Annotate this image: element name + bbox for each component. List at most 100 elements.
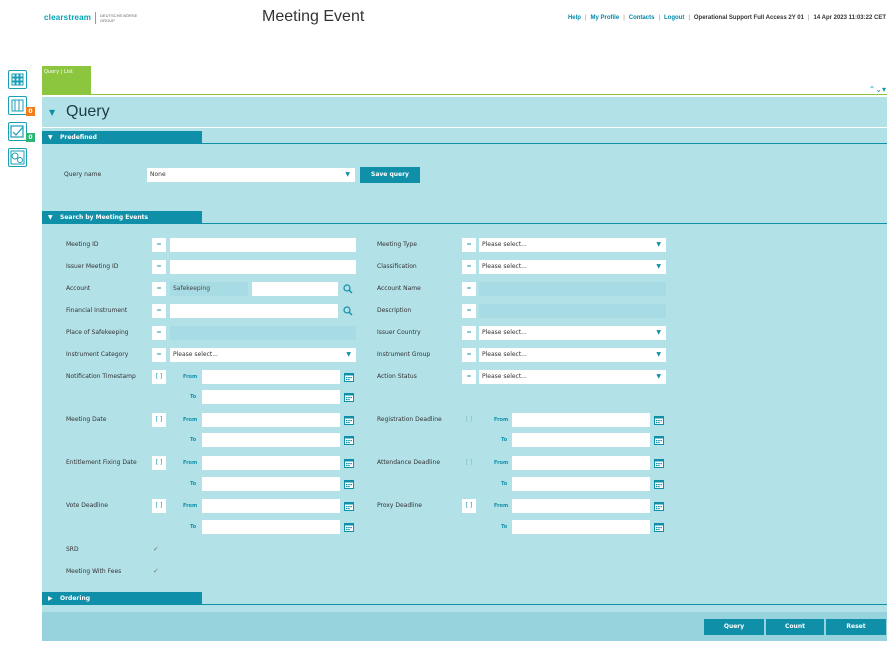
approvals-icon[interactable]: [8, 122, 27, 141]
chevron-down-icon: ▼: [656, 329, 661, 336]
chevron-down-icon: ▼: [656, 373, 661, 380]
operator-equals[interactable]: =: [462, 304, 476, 318]
logo-text: clearstream: [44, 13, 92, 23]
account-input[interactable]: [252, 282, 338, 296]
calendar-icon[interactable]: [654, 522, 664, 532]
action-status-select[interactable]: Please select... ▼: [479, 370, 666, 384]
operator-equals[interactable]: =: [462, 326, 476, 340]
reset-button[interactable]: Reset: [826, 619, 886, 635]
operator-equals[interactable]: =: [462, 282, 476, 296]
calendar-icon[interactable]: [344, 372, 354, 382]
meeting-date-to-input[interactable]: [202, 433, 340, 447]
vote-deadline-from-input[interactable]: [202, 499, 340, 513]
search-icon[interactable]: [343, 306, 353, 316]
proxy-from-input[interactable]: [512, 499, 650, 513]
entitlement-from-input[interactable]: [202, 456, 340, 470]
calendar-icon[interactable]: [344, 522, 354, 532]
meeting-id-label: Meeting ID: [66, 241, 99, 248]
operator-range[interactable]: [ ]: [152, 499, 166, 513]
contacts-link[interactable]: Contacts: [629, 15, 655, 21]
entitlement-to-input[interactable]: [202, 477, 340, 491]
collapse-triangle-icon[interactable]: ▼: [49, 108, 55, 117]
proxy-to-input[interactable]: [512, 520, 650, 534]
calendar-icon[interactable]: [654, 501, 664, 511]
operator-equals[interactable]: =: [152, 282, 166, 296]
calendar-icon[interactable]: [344, 435, 354, 445]
account-name-field: [479, 282, 666, 296]
search-section-header[interactable]: ▼ Search by Meeting Events: [42, 211, 202, 224]
collapse-expand-icon[interactable]: ⌃⌄▾: [869, 85, 886, 94]
instrument-group-select[interactable]: Please select... ▼: [479, 348, 666, 362]
calendar-icon[interactable]: [344, 392, 354, 402]
dashboard-icon[interactable]: [8, 70, 27, 89]
operator-equals[interactable]: =: [152, 348, 166, 362]
instrument-category-select[interactable]: Please select... ▼: [170, 348, 356, 362]
tasks-icon[interactable]: [8, 96, 27, 115]
tab-underline: [42, 94, 887, 95]
ordering-section-header[interactable]: ▶ Ordering: [42, 592, 202, 605]
classification-select[interactable]: Please select... ▼: [479, 260, 666, 274]
operator-range[interactable]: [ ]: [152, 456, 166, 470]
help-link[interactable]: Help: [568, 15, 581, 21]
calendar-icon[interactable]: [344, 479, 354, 489]
calendar-icon[interactable]: [654, 458, 664, 468]
meeting-date-from-input[interactable]: [202, 413, 340, 427]
attendance-from-input[interactable]: [512, 456, 650, 470]
from-label: From: [494, 503, 509, 509]
operator-equals[interactable]: =: [152, 304, 166, 318]
operator-equals[interactable]: =: [152, 238, 166, 252]
meeting-with-fees-checkbox[interactable]: ✓: [153, 567, 159, 575]
notification-to-input[interactable]: [202, 390, 340, 404]
vote-deadline-to-input[interactable]: [202, 520, 340, 534]
chevron-down-icon: ▼: [656, 263, 661, 270]
attendance-to-input[interactable]: [512, 477, 650, 491]
save-query-button[interactable]: Save query: [360, 167, 420, 183]
registration-deadline-label: Registration Deadline: [377, 416, 442, 423]
registration-from-input[interactable]: [512, 413, 650, 427]
logout-link[interactable]: Logout: [664, 15, 684, 21]
calendar-icon[interactable]: [344, 458, 354, 468]
issuer-meeting-id-input[interactable]: [170, 260, 356, 274]
calendar-icon[interactable]: [344, 501, 354, 511]
meeting-type-select[interactable]: Please select... ▼: [479, 238, 666, 252]
from-label: From: [183, 503, 198, 509]
predefined-section-header[interactable]: ▼ Predefined: [42, 131, 202, 144]
notification-from-input[interactable]: [202, 370, 340, 384]
operator-equals[interactable]: =: [462, 260, 476, 274]
operator-equals[interactable]: =: [152, 260, 166, 274]
operator-range[interactable]: [ ]: [462, 456, 476, 470]
operator-equals[interactable]: =: [462, 370, 476, 384]
meeting-id-input[interactable]: [170, 238, 356, 252]
search-icon[interactable]: [343, 284, 353, 294]
operator-equals[interactable]: =: [462, 238, 476, 252]
tab-query-list[interactable]: Query | List: [42, 66, 91, 95]
query-name-select[interactable]: None ▼: [147, 168, 355, 182]
operator-equals[interactable]: =: [152, 326, 166, 340]
calendar-icon[interactable]: [654, 479, 664, 489]
registration-to-input[interactable]: [512, 433, 650, 447]
my-profile-link[interactable]: My Profile: [591, 15, 620, 21]
account-type-field: Safekeeping: [170, 282, 248, 296]
operator-range[interactable]: [ ]: [152, 370, 166, 384]
calendar-icon[interactable]: [344, 415, 354, 425]
query-button[interactable]: Query: [704, 619, 764, 635]
operator-equals[interactable]: =: [462, 348, 476, 362]
calendar-icon[interactable]: [654, 435, 664, 445]
srd-checkbox[interactable]: ✓: [153, 545, 159, 553]
chevron-down-icon: ▼: [345, 171, 350, 178]
financial-instrument-label: Financial Instrument: [66, 307, 128, 314]
to-label: To: [501, 524, 508, 530]
query-header[interactable]: ▼ Query: [42, 100, 887, 127]
operator-range[interactable]: [ ]: [462, 413, 476, 427]
issuer-country-label: Issuer Country: [377, 329, 421, 336]
count-button[interactable]: Count: [766, 619, 824, 635]
financial-instrument-input[interactable]: [170, 304, 338, 318]
from-label: From: [494, 417, 509, 423]
operator-range[interactable]: [ ]: [152, 413, 166, 427]
issuer-country-select[interactable]: Please select... ▼: [479, 326, 666, 340]
vote-deadline-label: Vote Deadline: [66, 502, 108, 509]
operator-range[interactable]: [ ]: [462, 499, 476, 513]
settings-icon[interactable]: [8, 148, 27, 167]
calendar-icon[interactable]: [654, 415, 664, 425]
srd-label: SRD: [66, 546, 79, 553]
